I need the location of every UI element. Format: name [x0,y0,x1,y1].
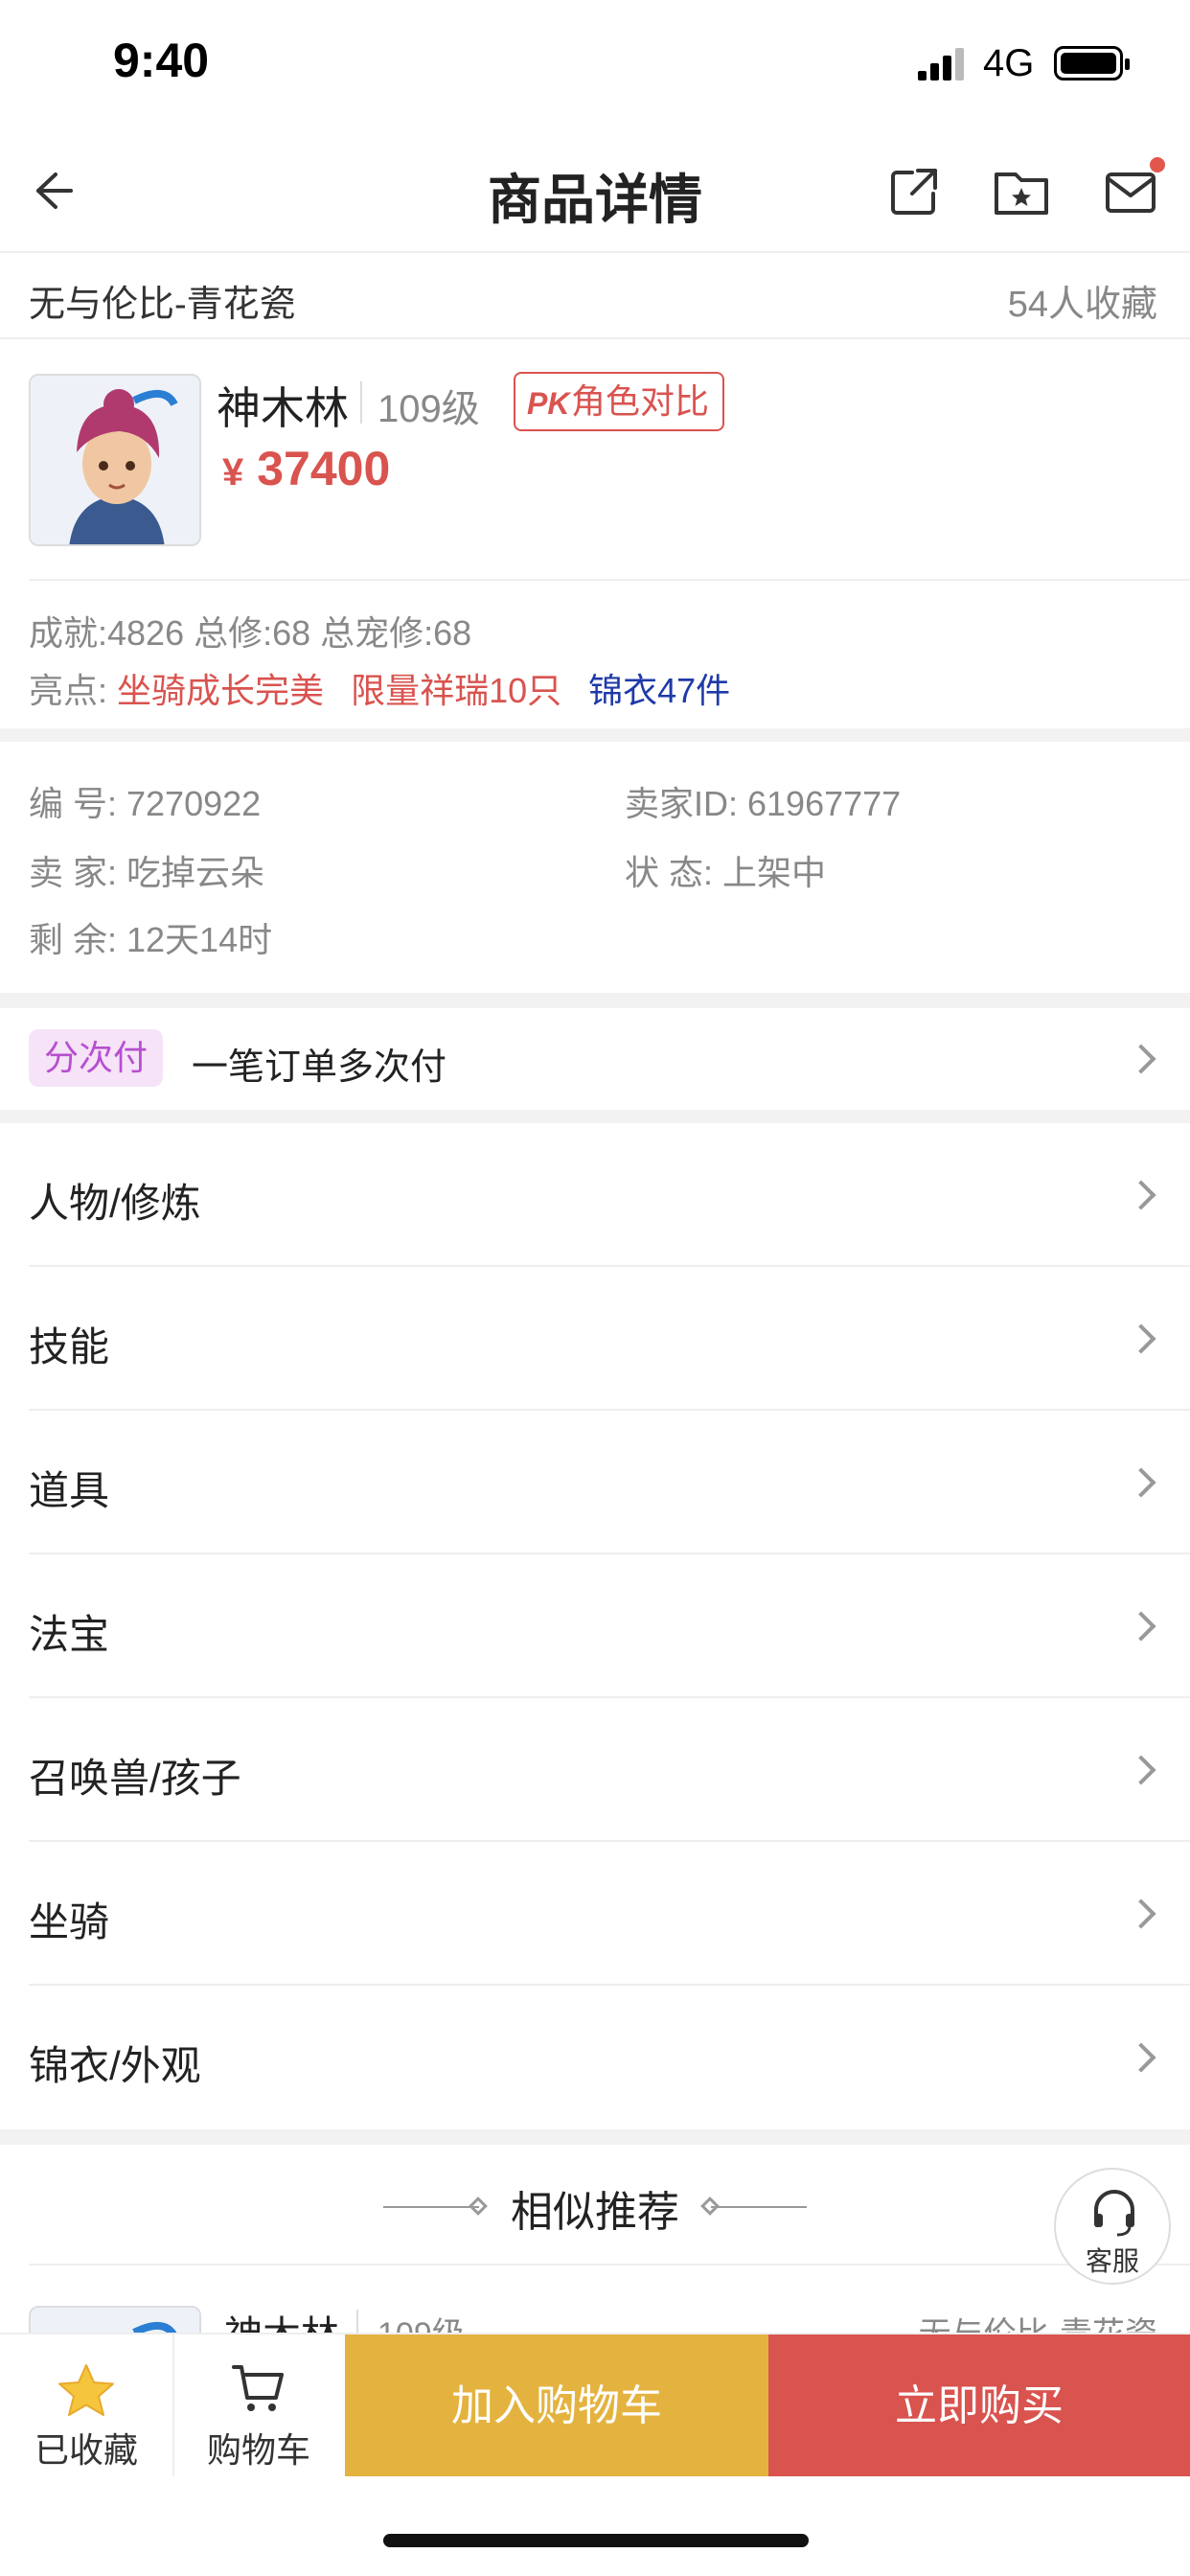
menu-item-outfits[interactable]: 锦衣/外观 [0,1986,1190,2129]
installment-text: 一笔订单多次付 [192,1047,447,1088]
page: 9:40 4G 商品详情 无与伦比-青花瓷 54人收藏 神木林 109级 PK … [0,0,1190,2576]
star-icon [58,2364,114,2416]
chevron-right-icon [1126,1180,1156,1210]
menu-item-mounts[interactable]: 坐骑 [0,1842,1190,1986]
buy-now-button[interactable]: 立即购买 [768,2334,1190,2478]
customer-service-button[interactable]: 客服 [1054,2168,1171,2285]
installment-tag: 分次付 [29,1029,163,1087]
menu-item-label: 坐骑 [29,1899,110,1944]
seller-id-label: 卖家ID: [625,784,739,823]
seller-label: 卖 家: [29,853,118,892]
remaining-value: 12天14时 [126,920,273,959]
menu-item-label: 召唤兽/孩子 [29,1756,241,1801]
notification-dot [1150,157,1165,172]
chevron-right-icon [1126,1755,1156,1785]
divider [29,579,1190,581]
status-value: 上架中 [722,853,827,892]
status-time: 9:40 [113,34,210,87]
detail-menu: 人物/修炼 技能 道具 法宝 召唤兽/孩子 坐骑 锦衣/外观 [0,1123,1190,2129]
character-avatar[interactable] [29,374,201,546]
divider [360,381,362,424]
menu-item-character[interactable]: 人物/修炼 [0,1123,1190,1267]
nav-bar: 商品详情 [0,134,1190,253]
cart-icon [232,2365,284,2411]
status-bar: 9:40 4G [0,0,1190,134]
chevron-right-icon [1126,1898,1156,1929]
seller-id: 卖家ID: 61967777 [625,776,901,826]
highlights-label: 亮点: [29,671,108,710]
similar-title: 相似推荐 [511,2189,679,2236]
listing-id: 编 号: 7270922 [29,776,261,826]
favorited-label: 已收藏 [34,2430,138,2470]
menu-item-label: 锦衣/外观 [29,2043,201,2088]
menu-item-label: 人物/修炼 [29,1181,201,1226]
bottom-action-bar: 已收藏 购物车 加入购物车 立即购买 [0,2333,1190,2478]
title-decoration [711,2206,807,2208]
favorited-button[interactable]: 已收藏 [0,2334,172,2478]
menu-item-treasures[interactable]: 法宝 [0,1554,1190,1698]
character-stats: 成就:4826 总修:68 总宠修:68 [29,613,472,653]
role-card: 神木林 109级 PK 角色对比 ¥37400 成就:4826 总修:68 总宠… [0,339,1190,728]
seller-id-value: 61967777 [747,784,902,823]
currency-symbol: ¥ [222,451,244,494]
divider [29,2264,1190,2266]
chevron-right-icon [1126,2042,1156,2073]
pk-icon: PK [527,386,570,421]
highlights: 亮点: 坐骑成长完美 限量祥瑞10只 锦衣47件 [29,663,730,713]
role-compare-label: 角色对比 [571,381,710,421]
role-compare-button[interactable]: PK 角色对比 [514,372,724,431]
listing-id-value: 7270922 [126,784,262,823]
share-icon[interactable] [883,161,945,222]
menu-item-label: 法宝 [29,1612,110,1657]
chevron-right-icon [1126,1044,1156,1074]
installment-row[interactable]: 分次付 一笔订单多次付 [0,1008,1190,1110]
listing-id-label: 编 号: [29,784,118,823]
network-type: 4G [983,42,1035,84]
highlight-mount: 坐骑成长完美 [117,671,325,710]
character-name: 神木林 [217,383,349,433]
add-to-cart-button[interactable]: 加入购物车 [345,2334,768,2478]
chevron-right-icon [1126,1467,1156,1498]
listing-status: 状 态: 上架中 [625,845,826,895]
status-label: 状 态: [625,853,714,892]
listing-info: 编 号: 7270922 卖家ID: 61967777 卖 家: 吃掉云朵 状 态: 上… [0,742,1190,993]
highlight-outfits: 锦衣47件 [588,671,731,710]
signal-icon [918,48,966,80]
chevron-right-icon [1126,1323,1156,1354]
headset-icon [1094,2190,1134,2237]
favorite-count: 54人收藏 [1007,285,1157,325]
price: ¥37400 [222,441,390,496]
seller: 卖 家: 吃掉云朵 [29,845,264,895]
menu-item-skills[interactable]: 技能 [0,1267,1190,1411]
favorite-folder-icon[interactable] [991,161,1052,222]
chevron-right-icon [1126,1611,1156,1642]
home-indicator-area [0,2476,1190,2576]
customer-service-label: 客服 [1085,2246,1139,2276]
cart-button[interactable]: 购物车 [172,2334,345,2478]
server-row: 无与伦比-青花瓷 54人收藏 [0,253,1190,339]
highlight-limited: 限量祥瑞10只 [351,671,562,710]
menu-item-label: 技能 [29,1324,110,1369]
seller-value: 吃掉云朵 [126,853,265,892]
cart-label: 购物车 [206,2430,310,2470]
battery-icon [1054,46,1130,80]
price-value: 37400 [257,442,391,495]
home-indicator[interactable] [383,2534,809,2547]
remaining-label: 剩 余: [29,920,118,959]
time-remaining: 剩 余: 12天14时 [29,912,272,962]
character-level: 109级 [378,388,480,430]
menu-item-items[interactable]: 道具 [0,1411,1190,1554]
menu-item-pets[interactable]: 召唤兽/孩子 [0,1698,1190,1842]
server-name: 无与伦比-青花瓷 [29,285,296,325]
menu-item-label: 道具 [29,1468,110,1513]
